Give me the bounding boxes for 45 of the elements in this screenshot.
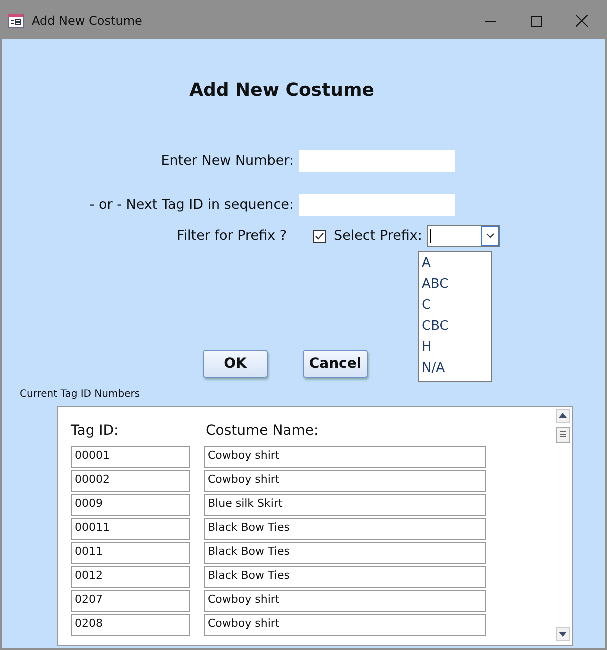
- dropdown-option[interactable]: H: [422, 337, 491, 358]
- tag-id-field[interactable]: 0208: [71, 614, 190, 636]
- tag-id-field[interactable]: 0009: [71, 494, 190, 516]
- caret-icon[interactable]: [486, 233, 495, 239]
- ok-button[interactable]: OK: [203, 350, 268, 378]
- dropdown-option[interactable]: N/A: [422, 358, 491, 379]
- filter-checkbox[interactable]: [313, 230, 326, 242]
- tag-id-field[interactable]: 00002: [71, 470, 190, 492]
- costume-name-field[interactable]: Cowboy shirt: [204, 446, 486, 468]
- scroll-down-icon[interactable]: [556, 627, 570, 641]
- close-icon[interactable]: [576, 15, 588, 27]
- dropdown-option[interactable]: C: [422, 295, 491, 316]
- tag-id-field[interactable]: 0207: [71, 590, 190, 612]
- costume-name-field[interactable]: Cowboy shirt: [204, 470, 486, 492]
- dropdown-option[interactable]: ABC: [422, 274, 491, 295]
- field-label: - or - Next Tag ID in sequence:: [90, 196, 294, 213]
- tag-id-field[interactable]: 00011: [71, 518, 190, 540]
- column-header: Costume Name:: [206, 422, 319, 441]
- tag-id-field[interactable]: 00001: [71, 446, 190, 468]
- form-heading: Add New Costume: [188, 79, 376, 103]
- dropdown-button[interactable]: [481, 226, 500, 246]
- input-field[interactable]: [299, 150, 455, 172]
- scroll-thumb[interactable]: [556, 427, 570, 443]
- costume-name-field[interactable]: Blue silk Skirt: [204, 494, 486, 516]
- app-icon: [8, 14, 24, 28]
- dropdown-option[interactable]: A: [422, 253, 491, 274]
- cancel-button[interactable]: Cancel: [303, 350, 368, 378]
- costume-name-field[interactable]: Black Bow Ties: [204, 566, 486, 588]
- costume-name-field[interactable]: Black Bow Ties: [204, 518, 486, 540]
- costume-name-field[interactable]: Cowboy shirt: [204, 590, 486, 612]
- window-title: Add New Costume: [32, 13, 142, 30]
- tag-id-field[interactable]: 0011: [71, 542, 190, 564]
- maximize-icon[interactable]: [530, 16, 542, 26]
- tag-id-field[interactable]: 0012: [71, 566, 190, 588]
- input-field[interactable]: [299, 194, 455, 216]
- costume-name-field[interactable]: Black Bow Ties: [204, 542, 486, 564]
- dropdown-option[interactable]: CBC: [422, 316, 491, 337]
- subform-caption: Current Tag ID Numbers: [20, 388, 142, 402]
- field-label: Enter New Number:: [161, 152, 294, 169]
- scroll-up-icon[interactable]: [556, 409, 570, 423]
- costume-name-field[interactable]: Cowboy shirt: [204, 614, 486, 636]
- prefix-combo[interactable]: [427, 225, 500, 247]
- prefix-label: Select Prefix:: [334, 226, 422, 246]
- column-header: Tag ID:: [71, 422, 120, 441]
- filter-label: Filter for Prefix ?: [177, 228, 287, 244]
